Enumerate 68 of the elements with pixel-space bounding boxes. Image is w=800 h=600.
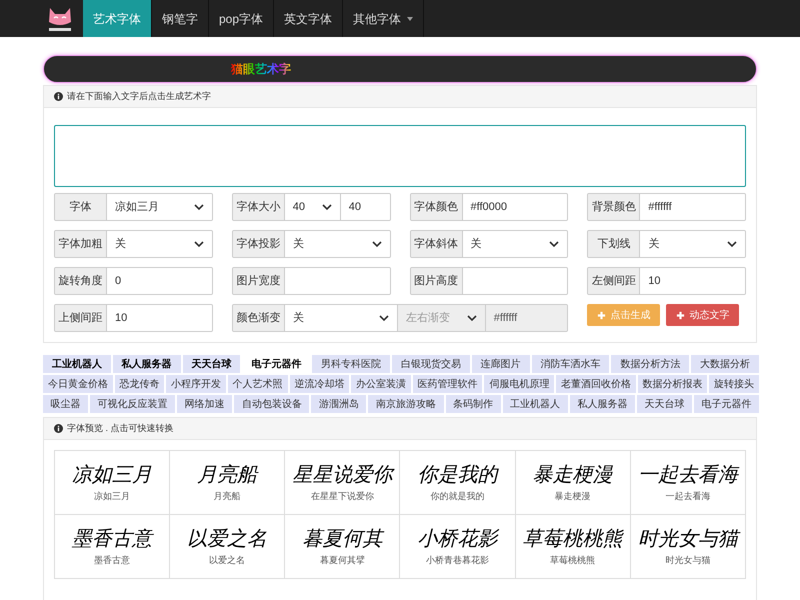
font-sample[interactable]: 你是我的 [418,462,498,486]
generate-button[interactable]: 动态文字 [666,304,740,326]
font-name: 月亮船 [214,490,241,503]
keyword-tag[interactable]: 旋转接头 [709,375,760,393]
keyword-tag[interactable]: 数据分析报表 [638,375,708,393]
nav-tab[interactable]: 其他字体 [343,0,424,37]
keyword-tag[interactable]: 办公室装潢 [351,375,411,393]
keyword-tag[interactable]: 个人艺术照 [228,375,288,393]
keyword-tag[interactable]: 工业机器人 [502,395,568,413]
keyword-tag[interactable]: 天天台球 [182,355,240,373]
keyword-tag[interactable]: 天天台球 [636,395,692,413]
font-sample[interactable]: 墨香古意 [72,526,152,550]
hint-text: 请在下面输入文字后点击生成艺术字 [67,90,211,103]
keyword-tag[interactable]: 消防车洒水车 [532,355,610,373]
font-sample[interactable]: 以爱之名 [187,526,268,550]
keyword-tag[interactable]: 白银现货交易 [392,355,470,373]
font-name: 墨香古意 [94,554,130,567]
keyword-tag[interactable]: 私人服务器 [112,355,181,373]
font-sample[interactable]: 小桥花影 [418,526,498,550]
keyword-tag[interactable]: 游涠洲岛 [311,395,366,413]
info-icon [54,424,63,433]
font-name: 一起去看海 [665,490,710,503]
keyword-tag[interactable]: 今日黄金价格 [43,375,113,393]
banner-title: 猫眼艺术字 [231,60,291,78]
keyword-tag[interactable]: 电子元器件 [694,395,760,413]
keyword-tag[interactable]: 连廊图片 [472,355,530,373]
plus-icon [676,310,686,320]
keyword-tag[interactable]: 逆流冷却塔 [290,375,350,393]
font-sample[interactable]: 月亮船 [197,462,258,486]
font-sample[interactable]: 凉如三月 [72,462,152,486]
keyword-tag[interactable]: 可视化反应装置 [90,395,176,413]
font-sample[interactable]: 草莓桃桃熊 [522,526,623,550]
keyword-tag[interactable]: 小程序开发 [166,375,226,393]
font-sample[interactable]: 时光女与猫 [638,526,738,550]
keyword-tag[interactable]: 条码制作 [446,395,501,413]
text-input-area[interactable] [54,125,746,187]
font-sample[interactable]: 一起去看海 [638,462,738,486]
font-name: 在星星下说爱你 [310,490,374,503]
hint-text: 字体预览 . 点击可快速转换 [67,422,174,435]
font-name: 暴走梗漫 [554,490,591,503]
keyword-tag[interactable]: 男科专科医院 [312,355,390,373]
nav-tab[interactable]: 英文字体 [274,0,344,37]
keyword-tag[interactable]: 老董酒回收价格 [556,375,636,393]
font-sample[interactable]: 暴走梗漫 [532,462,613,486]
keyword-tag[interactable]: 网络加速 [177,395,232,413]
nav-tab[interactable]: 钢笔字 [152,0,209,37]
keyword-tag[interactable]: 大数据分析 [691,355,759,373]
font-name: 草莓桃桃熊 [550,554,596,567]
keyword-tag[interactable]: 伺服电机原理 [484,375,554,393]
info-icon [54,92,63,101]
keyword-tag[interactable]: 数据分析方法 [611,355,690,373]
font-name: 凉如三月 [94,490,130,503]
font-name: 你的就是我的 [430,490,485,503]
keyword-tag[interactable]: 南京旅游攻略 [368,395,444,413]
font-name: 小桥青巷暮花影 [426,554,490,567]
font-sample[interactable]: 暮夏何其 [302,526,382,550]
keyword-tag[interactable]: 工业机器人 [43,355,111,373]
font-name: 暮夏何其擘 [320,554,365,567]
font-name: 以爱之名 [209,554,246,567]
keyword-tag[interactable]: 恐龙传奇 [114,375,164,393]
font-name: 时光女与猫 [665,554,710,567]
font-sample[interactable]: 星星说爱你 [292,462,392,486]
keyword-tag[interactable]: 吸尘器 [43,395,88,413]
plus-icon [597,310,606,320]
nav-tab[interactable]: pop字体 [209,0,274,37]
keyword-tag[interactable]: 自动包装设备 [234,395,310,413]
keyword-tag[interactable]: 私人服务器 [570,395,635,413]
keyword-tag[interactable]: 医药管理软件 [412,375,482,393]
